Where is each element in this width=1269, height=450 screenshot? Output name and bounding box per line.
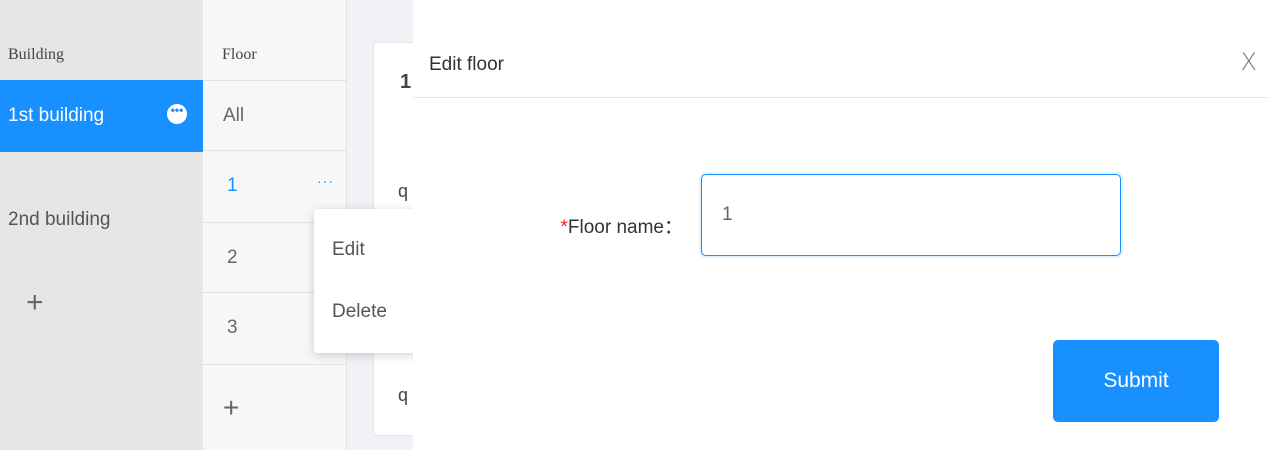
building-header: Building — [8, 46, 65, 63]
building-item-1st[interactable]: 1st building ••• — [0, 80, 203, 152]
add-floor-icon[interactable]: + — [223, 392, 239, 424]
content-row-peek: q — [398, 181, 409, 201]
building-panel: Building 1st building ••• 2nd building + — [0, 0, 203, 450]
floor-item-all[interactable]: All — [203, 80, 346, 150]
add-building-icon[interactable]: + — [26, 286, 44, 320]
floor-item-label: 2 — [227, 246, 238, 268]
floor-item-label: 3 — [227, 316, 238, 338]
modal-header: Edit floor X — [413, 32, 1269, 98]
more-icon[interactable]: ••• — [167, 104, 187, 124]
menu-item-edit[interactable]: Edit — [332, 239, 365, 261]
building-item-2nd[interactable]: 2nd building — [0, 184, 203, 256]
close-icon[interactable]: X — [1241, 48, 1257, 76]
floor-item-label: 1 — [227, 174, 238, 196]
add-floor-row[interactable]: + — [203, 364, 346, 450]
required-mark: * — [560, 217, 568, 238]
floor-name-label-text: Floor name： — [567, 217, 683, 238]
floor-name-input[interactable] — [701, 174, 1121, 256]
modal-title: Edit floor — [429, 54, 504, 75]
floor-header: Floor — [222, 46, 257, 63]
building-item-label: 2nd building — [8, 209, 111, 230]
edit-floor-modal: Edit floor X *Floor name： Submit — [413, 32, 1269, 450]
building-item-label: 1st building — [8, 105, 105, 126]
content-row-peek: q — [398, 385, 409, 405]
menu-item-delete[interactable]: Delete — [332, 301, 387, 323]
floor-item-label: All — [223, 104, 245, 126]
more-icon[interactable]: ··· — [317, 173, 334, 189]
floor-action-menu: Edit Delete — [314, 209, 424, 353]
content-title-peek: 1 — [400, 71, 412, 93]
submit-button[interactable]: Submit — [1053, 340, 1219, 422]
floor-name-label: *Floor name： — [560, 212, 683, 239]
